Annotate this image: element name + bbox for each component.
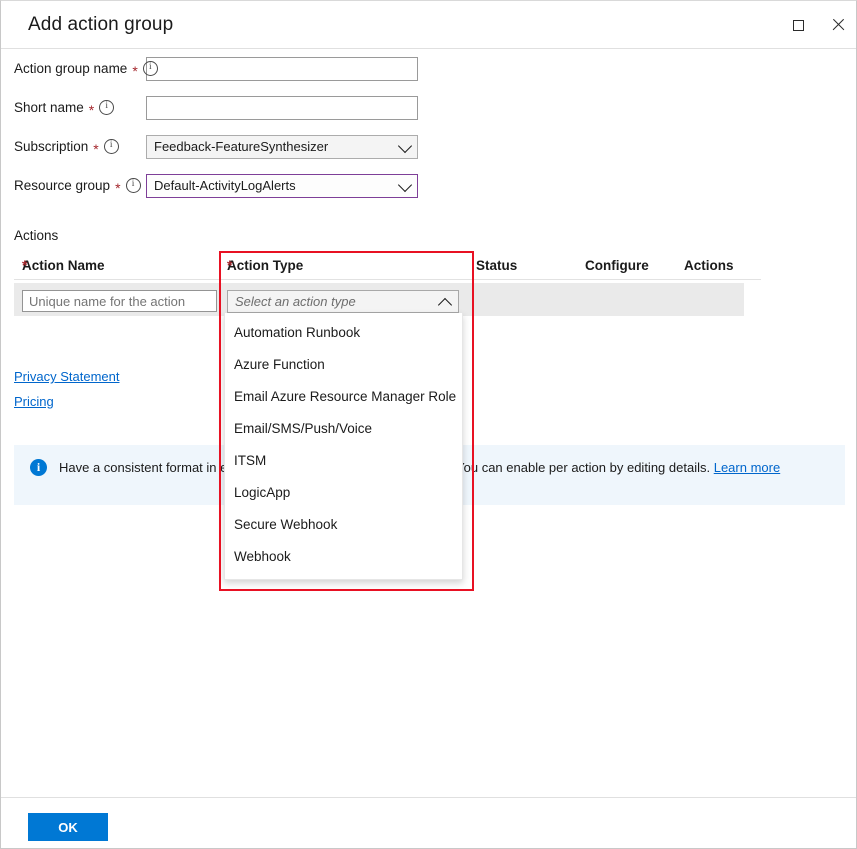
info-circle-icon[interactable]: [99, 100, 114, 115]
required-asterisk: *: [22, 258, 27, 272]
window-controls: [778, 2, 857, 48]
close-button[interactable]: [818, 2, 857, 48]
privacy-statement-link[interactable]: Privacy Statement: [14, 369, 120, 384]
dropdown-option-logicapp[interactable]: LogicApp: [225, 477, 462, 509]
required-asterisk: *: [89, 103, 94, 117]
dropdown-option-email-sms-push-voice[interactable]: Email/SMS/Push/Voice: [225, 413, 462, 445]
action-group-name-input[interactable]: [146, 57, 418, 81]
action-group-form: Action group name * Short name * Subscri…: [1, 49, 857, 205]
action-type-dropdown-list: Automation Runbook Azure Function Email …: [224, 313, 463, 580]
resource-group-select-wrapper: Default-ActivityLogAlerts: [146, 174, 418, 198]
field-row-resource-group: Resource group * Default-ActivityLogAler…: [1, 166, 857, 205]
subscription-select-wrapper: Feedback-FeatureSynthesizer: [146, 135, 418, 159]
column-header-actions: Actions: [684, 258, 734, 273]
action-type-select[interactable]: Select an action type: [227, 290, 459, 313]
field-row-action-group-name: Action group name *: [1, 49, 857, 88]
actions-table-header: Action Name * Action Type * Status Confi…: [14, 258, 761, 280]
dropdown-option-azure-function[interactable]: Azure Function: [225, 349, 462, 381]
action-type-placeholder: Select an action type: [235, 294, 356, 309]
field-row-subscription: Subscription * Feedback-FeatureSynthesiz…: [1, 127, 857, 166]
label-subscription: Subscription *: [1, 139, 146, 154]
label-resource-group: Resource group *: [1, 178, 146, 193]
label-text: Resource group: [14, 178, 110, 193]
dialog-footer: OK: [1, 798, 857, 849]
dropdown-option-webhook[interactable]: Webhook: [225, 541, 462, 573]
info-circle-icon[interactable]: [104, 139, 119, 154]
ok-button[interactable]: OK: [28, 813, 108, 841]
label-text: Action group name: [14, 61, 127, 76]
info-circle-icon[interactable]: [126, 178, 141, 193]
maximize-button[interactable]: [778, 2, 818, 48]
dropdown-option-email-azure-resource-manager-role[interactable]: Email Azure Resource Manager Role: [225, 381, 462, 413]
actions-section-title: Actions: [14, 228, 58, 243]
label-short-name: Short name *: [1, 100, 146, 115]
chevron-up-icon: [438, 297, 452, 311]
resource-group-value: Default-ActivityLogAlerts: [154, 178, 296, 193]
action-name-input[interactable]: [22, 290, 217, 312]
learn-more-link[interactable]: Learn more: [714, 460, 780, 475]
column-header-configure: Configure: [585, 258, 649, 273]
column-header-status: Status: [476, 258, 517, 273]
field-row-short-name: Short name *: [1, 88, 857, 127]
dropdown-option-itsm[interactable]: ITSM: [225, 445, 462, 477]
info-filled-icon: [30, 459, 47, 476]
dropdown-option-secure-webhook[interactable]: Secure Webhook: [225, 509, 462, 541]
label-text: Short name: [14, 100, 84, 115]
required-asterisk: *: [132, 64, 137, 78]
subscription-value: Feedback-FeatureSynthesizer: [154, 139, 328, 154]
required-asterisk: *: [93, 142, 98, 156]
close-x-icon: [831, 18, 845, 32]
maximize-square-icon: [793, 20, 804, 31]
dropdown-option-automation-runbook[interactable]: Automation Runbook: [225, 317, 462, 349]
info-circle-icon[interactable]: [143, 61, 158, 76]
required-asterisk: *: [115, 181, 120, 195]
required-asterisk: *: [227, 258, 232, 272]
resource-group-select[interactable]: Default-ActivityLogAlerts: [146, 174, 418, 198]
label-action-group-name: Action group name *: [1, 61, 146, 76]
subscription-select[interactable]: Feedback-FeatureSynthesizer: [146, 135, 418, 159]
footer-links: Privacy Statement Pricing: [14, 369, 120, 419]
dialog-titlebar: Add action group: [1, 2, 857, 49]
pricing-link[interactable]: Pricing: [14, 394, 54, 409]
label-text: Subscription: [14, 139, 88, 154]
add-action-group-dialog: Add action group Action group name * Sho…: [0, 0, 857, 849]
page-title: Add action group: [28, 14, 173, 36]
short-name-input[interactable]: [146, 96, 418, 120]
